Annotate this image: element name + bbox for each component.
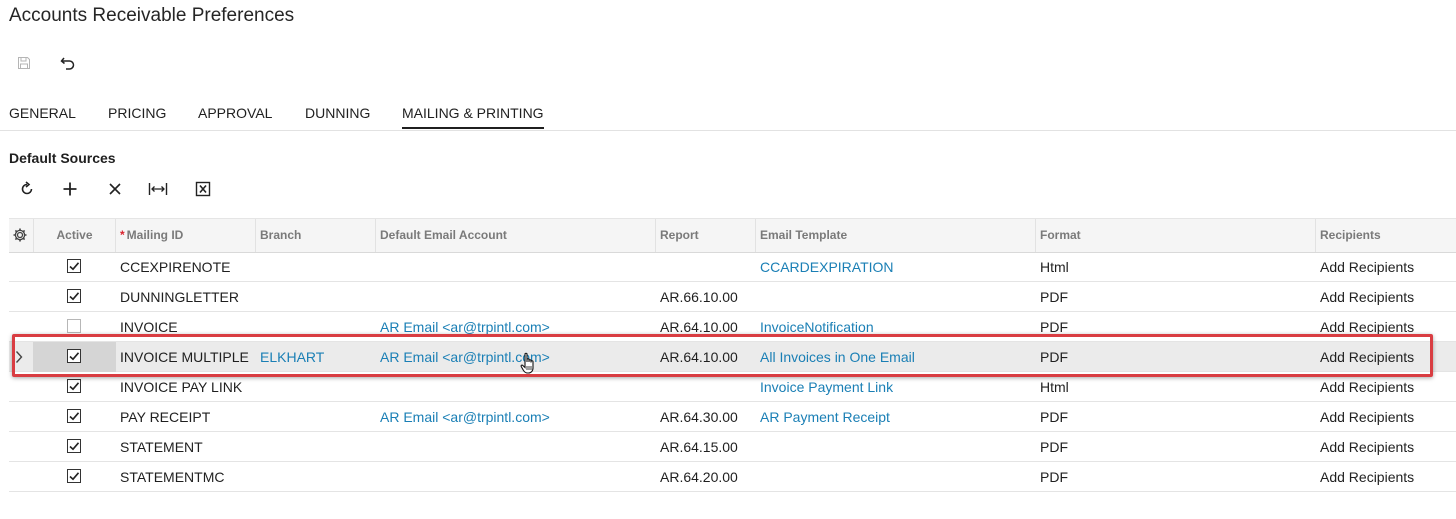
email-template-link[interactable]: InvoiceNotification: [760, 312, 874, 342]
mailing-id-cell: DUNNINGLETTER: [120, 289, 240, 305]
table-row[interactable]: INVOICE PAY LINK Invoice Payment Link Ht…: [9, 372, 1456, 402]
grid-header: Active * Mailing ID Branch Default Email …: [9, 218, 1456, 253]
row-expand-chevron-icon[interactable]: [15, 350, 23, 369]
format-cell: Html: [1040, 379, 1069, 395]
active-checkbox[interactable]: [67, 289, 81, 303]
section-title: Default Sources: [9, 150, 116, 166]
table-row-selected[interactable]: INVOICE MULTIPLE ELKHART AR Email <ar@tr…: [9, 342, 1456, 372]
column-format[interactable]: Format: [1036, 219, 1316, 252]
report-cell: AR.64.20.00: [660, 469, 738, 485]
email-account-link[interactable]: AR Email <ar@trpintl.com>: [380, 402, 550, 432]
tab-approval[interactable]: APPROVAL: [198, 105, 272, 121]
mailing-id-cell: PAY RECEIPT: [120, 409, 211, 425]
mailing-id-cell: INVOICE PAY LINK: [120, 379, 243, 395]
refresh-icon[interactable]: [14, 178, 40, 200]
report-cell: AR.64.30.00: [660, 409, 738, 425]
email-template-link[interactable]: Invoice Payment Link: [760, 372, 893, 402]
format-cell: PDF: [1040, 439, 1068, 455]
table-row[interactable]: INVOICE AR Email <ar@trpintl.com> AR.64.…: [9, 312, 1456, 342]
export-excel-icon[interactable]: [190, 178, 216, 200]
active-checkbox[interactable]: [67, 409, 81, 423]
active-checkbox[interactable]: [67, 379, 81, 393]
fit-columns-icon[interactable]: [145, 178, 171, 200]
format-cell: PDF: [1040, 409, 1068, 425]
mailing-id-cell: CCEXPIRENOTE: [120, 259, 231, 275]
tab-dunning[interactable]: DUNNING: [305, 105, 370, 121]
delete-row-icon[interactable]: [102, 178, 128, 200]
undo-icon[interactable]: [55, 52, 81, 74]
save-icon[interactable]: [11, 52, 37, 74]
column-email-template[interactable]: Email Template: [756, 219, 1036, 252]
active-checkbox[interactable]: [67, 319, 81, 333]
add-recipients-link[interactable]: Add Recipients: [1320, 312, 1414, 342]
add-recipients-link[interactable]: Add Recipients: [1320, 402, 1414, 432]
email-template-link[interactable]: CCARDEXPIRATION: [760, 252, 894, 282]
add-recipients-link[interactable]: Add Recipients: [1320, 432, 1414, 462]
add-recipients-link[interactable]: Add Recipients: [1320, 462, 1414, 492]
tab-mailing-printing[interactable]: MAILING & PRINTING: [402, 105, 544, 129]
format-cell: PDF: [1040, 319, 1068, 335]
column-mailing-id-label: Mailing ID: [126, 228, 184, 242]
add-row-icon[interactable]: [57, 178, 83, 200]
column-mailing-id[interactable]: * Mailing ID: [116, 219, 256, 252]
mailing-id-cell: INVOICE: [120, 319, 178, 335]
tab-bar: GENERAL PRICING APPROVAL DUNNING MAILING…: [0, 100, 1456, 131]
format-cell: PDF: [1040, 349, 1068, 365]
add-recipients-link[interactable]: Add Recipients: [1320, 342, 1414, 372]
column-active[interactable]: Active: [34, 219, 116, 252]
column-branch[interactable]: Branch: [256, 219, 376, 252]
email-template-link[interactable]: AR Payment Receipt: [760, 402, 890, 432]
column-default-email-account[interactable]: Default Email Account: [376, 219, 656, 252]
branch-link[interactable]: ELKHART: [260, 342, 324, 372]
add-recipients-link[interactable]: Add Recipients: [1320, 372, 1414, 402]
report-cell: AR.64.15.00: [660, 439, 738, 455]
active-checkbox[interactable]: [67, 469, 81, 483]
required-mark: *: [120, 228, 125, 242]
table-row[interactable]: PAY RECEIPT AR Email <ar@trpintl.com> AR…: [9, 402, 1456, 432]
page-title: Accounts Receivable Preferences: [9, 5, 295, 26]
table-row[interactable]: CCEXPIRENOTE CCARDEXPIRATION Html Add Re…: [9, 252, 1456, 282]
mailing-id-cell: INVOICE MULTIPLE: [120, 349, 249, 365]
active-checkbox[interactable]: [67, 349, 81, 363]
table-row[interactable]: STATEMENT AR.64.15.00 PDF Add Recipients: [9, 432, 1456, 462]
report-cell: AR.66.10.00: [660, 289, 738, 305]
column-recipients[interactable]: Recipients: [1316, 219, 1456, 252]
add-recipients-link[interactable]: Add Recipients: [1320, 252, 1414, 282]
format-cell: Html: [1040, 259, 1069, 275]
table-row[interactable]: DUNNINGLETTER AR.66.10.00 PDF Add Recipi…: [9, 282, 1456, 312]
hand-pointer-cursor-icon: [520, 352, 538, 381]
column-report[interactable]: Report: [656, 219, 756, 252]
column-settings-icon[interactable]: [9, 219, 34, 252]
tab-general[interactable]: GENERAL: [9, 105, 76, 121]
report-cell: AR.64.10.00: [660, 349, 738, 365]
format-cell: PDF: [1040, 469, 1068, 485]
active-checkbox[interactable]: [67, 259, 81, 273]
email-template-link[interactable]: All Invoices in One Email: [760, 342, 915, 372]
mailing-id-cell: STATEMENTMC: [120, 469, 225, 485]
table-row[interactable]: STATEMENTMC AR.64.20.00 PDF Add Recipien…: [9, 462, 1456, 492]
report-cell: AR.64.10.00: [660, 319, 738, 335]
tab-pricing[interactable]: PRICING: [108, 105, 166, 121]
active-checkbox[interactable]: [67, 439, 81, 453]
email-account-link[interactable]: AR Email <ar@trpintl.com>: [380, 312, 550, 342]
mailing-id-cell: STATEMENT: [120, 439, 203, 455]
format-cell: PDF: [1040, 289, 1068, 305]
add-recipients-link[interactable]: Add Recipients: [1320, 282, 1414, 312]
